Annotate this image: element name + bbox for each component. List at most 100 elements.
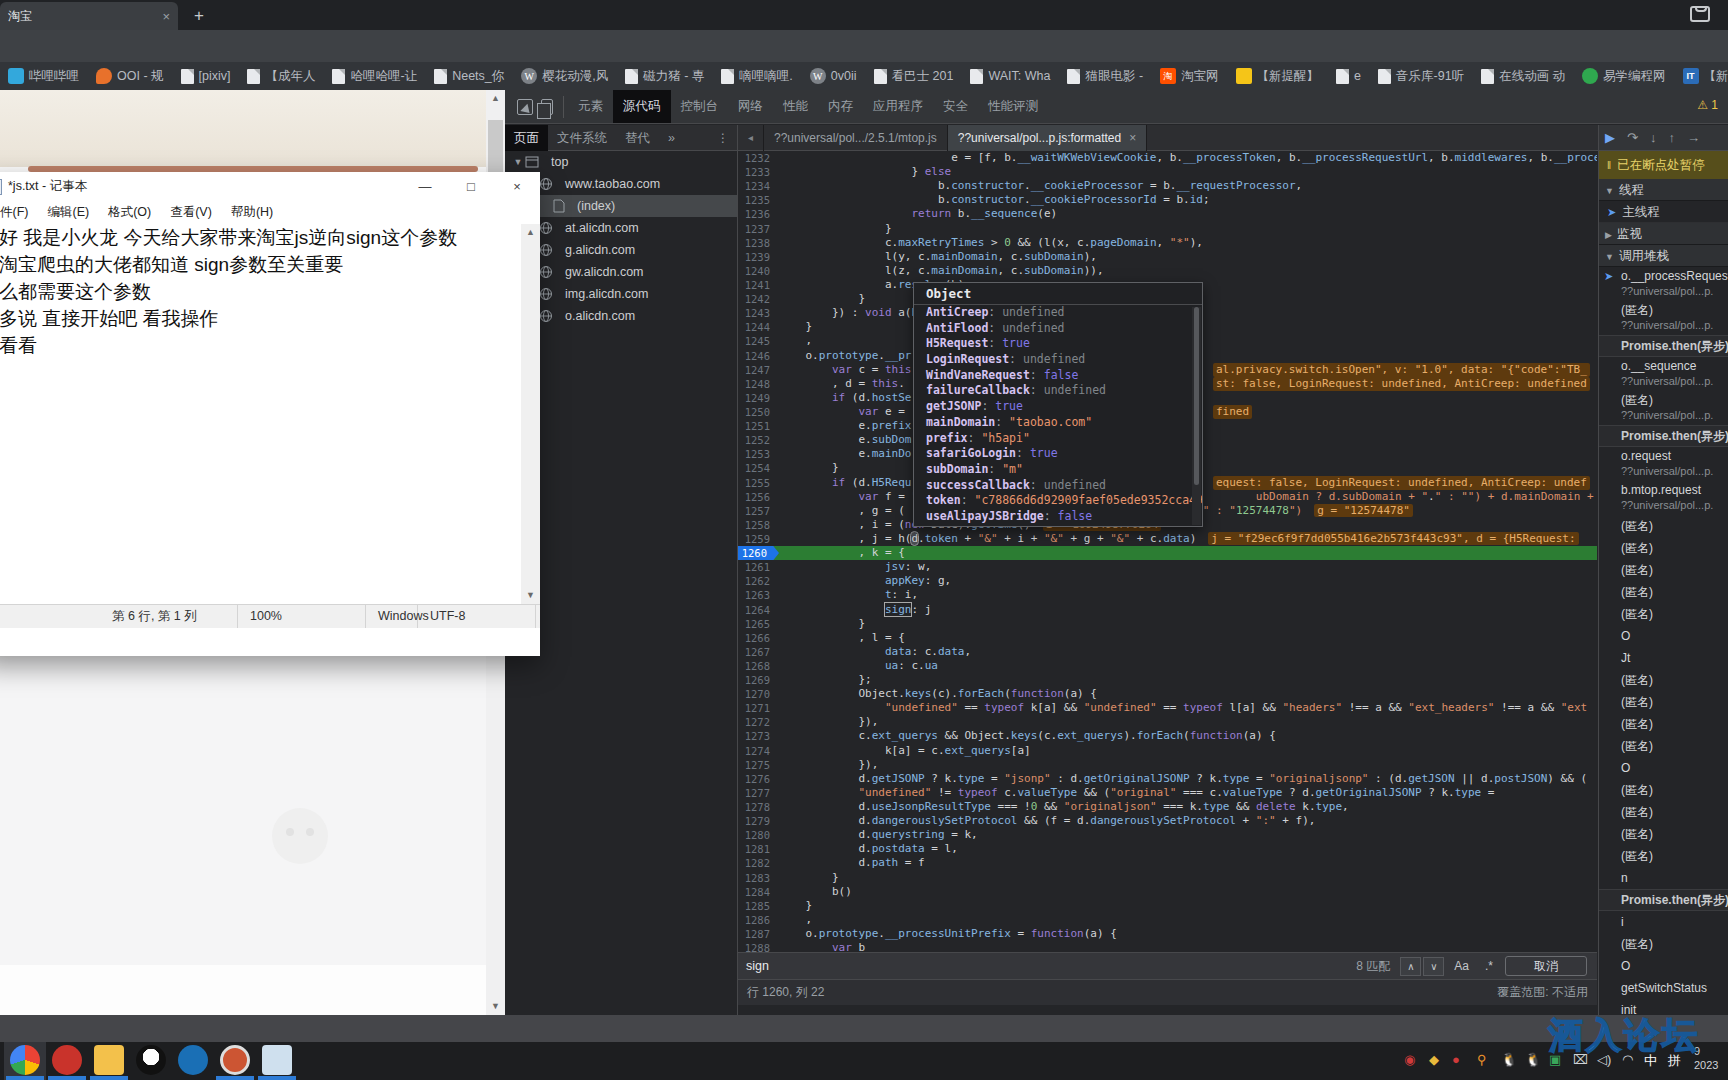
editor-search-bar[interactable]: sign 8 匹配 ∧ ∨ Aa .* 取消 [738, 952, 1597, 979]
code-line[interactable]: 1270 Object.keys(c).forEach(function(a) … [738, 687, 1597, 701]
code-text[interactable]: appKey: g, [779, 574, 951, 588]
line-number[interactable]: 1274 [738, 744, 779, 758]
code-text[interactable]: }; [779, 673, 872, 687]
code-text[interactable]: e.mainDo [779, 447, 911, 461]
code-text[interactable]: k[a] = c.ext_querys[a] [779, 744, 1031, 758]
code-line[interactable]: 1265 } [738, 617, 1597, 631]
line-number[interactable]: 1264 [738, 603, 779, 617]
tray-icon[interactable]: 🐧 [1501, 1052, 1517, 1067]
bookmark-item[interactable]: W樱花动漫,风 [521, 68, 608, 85]
line-number[interactable]: 1246 [738, 349, 779, 363]
notepad-titlebar[interactable]: *js.txt - 记事本 — □ × [0, 172, 540, 201]
stack-frame[interactable]: (匿名) [1599, 845, 1728, 867]
sidebar-tab-页面[interactable]: 页面 [505, 125, 548, 151]
stack-frame[interactable]: o.__sequence??universal/pol...p. [1599, 357, 1728, 391]
code-text[interactable]: d.dangerouslySetProtocol && (f = d.dange… [779, 814, 1315, 828]
sidebar-tabs-more[interactable]: » [659, 125, 684, 151]
line-number[interactable]: 1260 [738, 546, 779, 560]
devtools-tab-性能[interactable]: 性能 [773, 90, 818, 123]
code-text[interactable]: } else [779, 165, 951, 179]
code-line[interactable]: 1272 }), [738, 715, 1597, 729]
code-line[interactable]: 1262 appKey: g, [738, 574, 1597, 588]
code-text[interactable]: }), [779, 715, 878, 729]
code-line[interactable]: 1232 e = [f, b.__waitWKWebViewCookie, b.… [738, 151, 1597, 165]
line-number[interactable]: 1275 [738, 758, 779, 772]
code-line[interactable]: 1240 l(z, c.mainDomain, c.subDomain)), [738, 264, 1597, 278]
code-line[interactable]: 1280 d.querystring = k, [738, 828, 1597, 842]
code-text[interactable]: o.prototype.__processUnitPrefix = functi… [779, 927, 1117, 941]
code-line[interactable]: 1233 } else [738, 165, 1597, 179]
devtools-tab-网络[interactable]: 网络 [728, 90, 773, 123]
tray-icon[interactable]: ◆ [1429, 1052, 1439, 1067]
notepad-text-area[interactable]: 家好 我是小火龙 今天给大家带来淘宝js逆向sign这个参数过淘宝爬虫的大佬都知… [0, 224, 521, 604]
line-number[interactable]: 1271 [738, 701, 779, 715]
code-text[interactable]: return b.__sequence(e) [779, 207, 1057, 221]
step-into-icon[interactable]: ↓ [1650, 130, 1657, 145]
line-number[interactable]: 1251 [738, 419, 779, 433]
line-number[interactable]: 1235 [738, 193, 779, 207]
tab-close-icon[interactable]: × [162, 9, 170, 24]
line-number[interactable]: 1279 [738, 814, 779, 828]
minimize-button[interactable]: — [402, 172, 448, 201]
bookmark-item[interactable]: WAIT: Wha [970, 69, 1050, 84]
code-text[interactable]: , [779, 334, 812, 348]
stack-frame[interactable]: i [1599, 911, 1728, 933]
taskbar-icon-folder[interactable] [94, 1045, 124, 1075]
line-number[interactable]: 1283 [738, 871, 779, 885]
line-number[interactable]: 1242 [738, 292, 779, 306]
cancel-button[interactable]: 取消 [1505, 956, 1587, 976]
tab-close-icon[interactable]: × [1129, 125, 1136, 151]
line-number[interactable]: 1266 [738, 631, 779, 645]
bookmark-item[interactable]: Neets_你 [434, 68, 504, 85]
code-line[interactable]: 1276 d.getJSONP ? k.type = "jsonp" : d.g… [738, 772, 1597, 786]
code-line[interactable]: 1288 var b [738, 941, 1597, 952]
bookmark-item[interactable]: [pixiv] [181, 69, 231, 84]
bookmark-item[interactable]: 音乐库-91听 [1378, 68, 1464, 85]
warning-badge[interactable]: ⚠ 1 [1697, 98, 1718, 112]
devtools-tab-安全[interactable]: 安全 [933, 90, 978, 123]
devtools-tab-应用程序[interactable]: 应用程序 [863, 90, 933, 123]
code-line[interactable]: 1235 b.constructor.__cookieProcessorId =… [738, 193, 1597, 207]
next-match-button[interactable]: ∨ [1423, 957, 1444, 976]
shirt-icon[interactable] [1690, 6, 1710, 22]
stack-frame[interactable]: n [1599, 867, 1728, 889]
menu-item[interactable]: 编辑(E) [47, 204, 89, 221]
code-line[interactable]: 1236 return b.__sequence(e) [738, 207, 1597, 221]
line-number[interactable]: 1261 [738, 560, 779, 574]
stack-frame[interactable]: (匿名) [1599, 691, 1728, 713]
code-text[interactable]: , [779, 913, 812, 927]
code-text[interactable]: if (d.hostSe [779, 391, 911, 405]
code-line[interactable]: 1283 } [738, 871, 1597, 885]
browser-tab[interactable]: 淘宝 × [0, 2, 178, 30]
menu-item[interactable]: 格式(O) [108, 204, 151, 221]
line-number[interactable]: 1243 [738, 306, 779, 320]
notepad-scrollbar[interactable]: ▲ ▼ [521, 224, 540, 604]
line-number[interactable]: 1284 [738, 885, 779, 899]
tray-icon[interactable]: ⚲ [1477, 1052, 1487, 1067]
line-number[interactable]: 1233 [738, 165, 779, 179]
code-line[interactable]: 1278 d.useJsonpResultType === !0 && "ori… [738, 800, 1597, 814]
code-text[interactable]: "undefined" == typeof k[a] && "undefined… [779, 701, 1587, 715]
stack-frame[interactable]: (匿名) [1599, 713, 1728, 735]
code-text[interactable]: , l = { [779, 631, 905, 645]
code-text[interactable]: }) : void a(b) [779, 306, 925, 320]
line-number[interactable]: 1259 [738, 532, 779, 546]
stack-frame[interactable]: ➤o.__processRequestUrl??universal/pol...… [1599, 267, 1728, 301]
line-number[interactable]: 1282 [738, 856, 779, 870]
code-text[interactable]: e.subDom [779, 433, 911, 447]
code-text[interactable]: b.constructor.__cookieProcessorId = b.id… [779, 193, 1210, 207]
code-text[interactable]: } [779, 899, 812, 913]
line-number[interactable]: 1258 [738, 518, 779, 532]
devtools-tab-元素[interactable]: 元素 [568, 90, 613, 123]
line-number[interactable]: 1253 [738, 447, 779, 461]
stack-frame[interactable]: O [1599, 955, 1728, 977]
editor-tab[interactable]: ??universal/pol...p.js:formatted× [948, 125, 1147, 151]
code-text[interactable]: data: c.data, [779, 645, 971, 659]
bookmark-item[interactable]: 【成年人 [247, 68, 315, 85]
bookmark-item[interactable]: OOI - 规 [96, 68, 164, 85]
line-number[interactable]: 1241 [738, 278, 779, 292]
code-line[interactable]: 1238 c.maxRetryTimes > 0 && (l(x, c.page… [738, 236, 1597, 250]
code-text[interactable]: if (d.H5Requ [779, 476, 911, 490]
step-out-icon[interactable]: ↑ [1668, 130, 1675, 145]
bookmark-item[interactable]: 磁力猪 - 専 [625, 68, 704, 85]
